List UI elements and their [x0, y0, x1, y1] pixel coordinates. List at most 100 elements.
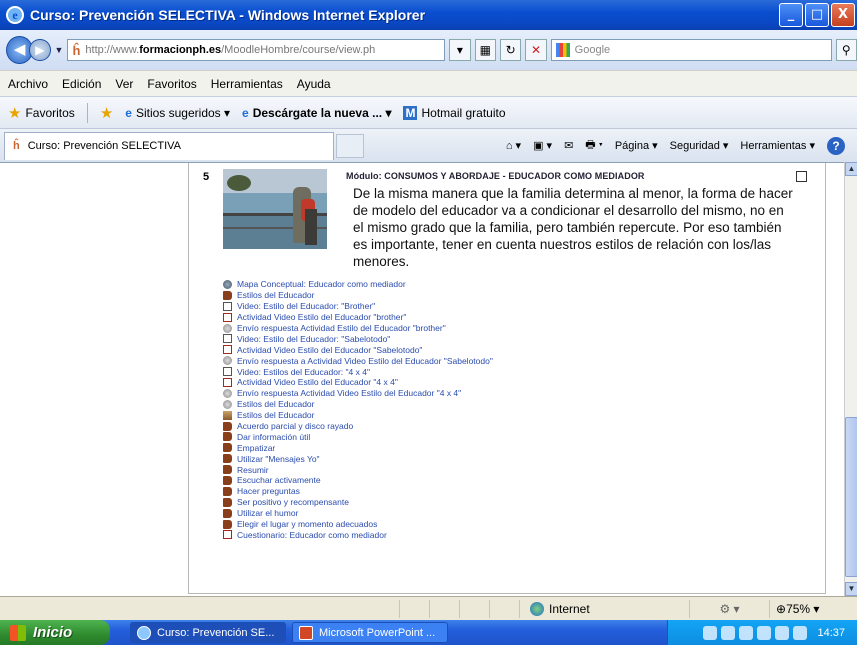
activity-item[interactable]: Dar información útil	[223, 431, 643, 442]
task-ie[interactable]: Curso: Prevención SE...	[130, 622, 286, 643]
zoom-control[interactable]: ⊕75% ▾	[770, 600, 840, 618]
tray-icon[interactable]	[721, 625, 736, 640]
highlight-checkbox[interactable]	[796, 171, 807, 182]
activity-item[interactable]: Envío respuesta a Actividad Video Estilo…	[223, 355, 643, 366]
fav-sitios-sugeridos[interactable]: e Sitios sugeridos ▾	[125, 106, 230, 120]
refresh-button[interactable]: ↻	[499, 39, 522, 61]
activity-item[interactable]: Envío respuesta Actividad Video Estilo d…	[223, 388, 643, 399]
menu-herramientas[interactable]: Herramientas	[211, 77, 283, 91]
start-button[interactable]: Inicio	[0, 620, 110, 645]
fav-descargate[interactable]: e Descárgate la nueva ... ▾	[242, 106, 391, 120]
activity-link[interactable]: Envío respuesta Actividad Video Estilo d…	[237, 388, 461, 398]
activity-item[interactable]: Elegir el lugar y momento adecuados	[223, 519, 643, 530]
upload-icon	[223, 388, 232, 398]
menu-ayuda[interactable]: Ayuda	[297, 77, 331, 91]
activity-link[interactable]: Empatizar	[237, 443, 275, 453]
activity-link[interactable]: Estilos del Educador	[237, 410, 315, 420]
add-favorite-icon[interactable]: ★	[100, 104, 113, 122]
tray-icon[interactable]	[757, 625, 772, 640]
address-dropdown-button[interactable]: ▾	[449, 39, 471, 61]
activity-item[interactable]: Empatizar	[223, 442, 643, 453]
new-tab-button[interactable]	[336, 133, 364, 158]
fav-sitios-label: Sitios sugeridos ▾	[135, 105, 231, 120]
activity-item[interactable]: Estilos del Educador	[223, 399, 643, 410]
activity-link[interactable]: Dar información útil	[237, 432, 310, 442]
activity-link[interactable]: Resumir	[237, 465, 269, 475]
tray-icon[interactable]	[739, 625, 754, 640]
activity-link[interactable]: Acuerdo parcial y disco rayado	[237, 421, 353, 431]
tray-icon[interactable]	[793, 625, 808, 640]
tray-icon[interactable]	[703, 625, 718, 640]
task-powerpoint[interactable]: Microsoft PowerPoint ...	[292, 622, 448, 643]
address-input[interactable]: ĥ http://www. formacionph.es/MoodleHombre…	[67, 39, 446, 61]
home-icon[interactable]: ⌂ ▾	[506, 139, 521, 152]
activity-link[interactable]: Actividad Video Estilo del Educador "bro…	[237, 312, 406, 322]
mail-icon[interactable]: ✉	[564, 139, 573, 152]
activity-item[interactable]: Estilos del Educador	[223, 290, 643, 301]
activity-item[interactable]: Envío respuesta Actividad Estilo del Edu…	[223, 323, 643, 334]
minimize-button[interactable]: _	[779, 3, 803, 27]
tray-icon[interactable]	[775, 625, 790, 640]
compatibility-icon[interactable]: ▦	[474, 39, 496, 61]
search-button[interactable]: ⚲	[835, 39, 857, 61]
activity-link[interactable]: Mapa Conceptual: Educador como mediador	[237, 279, 406, 289]
scroll-thumb[interactable]	[845, 417, 857, 577]
activity-item[interactable]: Resumir	[223, 464, 643, 475]
activity-link[interactable]: Hacer preguntas	[237, 486, 300, 496]
activity-item[interactable]: Actividad Video Estilo del Educador "bro…	[223, 312, 643, 323]
activity-link[interactable]: Elegir el lugar y momento adecuados	[237, 519, 377, 529]
favorites-button[interactable]: ★ Favoritos	[8, 104, 75, 122]
activity-link[interactable]: Envío respuesta Actividad Estilo del Edu…	[237, 323, 446, 333]
activity-item[interactable]: Video: Estilo del Educador: "Sabelotodo"	[223, 333, 643, 344]
vertical-scrollbar[interactable]: ▲ ▼	[844, 162, 857, 596]
menu-ver[interactable]: Ver	[115, 77, 133, 91]
scroll-up-button[interactable]: ▲	[845, 162, 857, 176]
activity-item[interactable]: Video: Estilo del Educador: "Brother"	[223, 301, 643, 312]
status-cell	[490, 599, 520, 618]
activity-item[interactable]: Utilizar "Mensajes Yo"	[223, 453, 643, 464]
page-menu[interactable]: Página ▾	[615, 139, 658, 152]
activity-link[interactable]: Cuestionario: Educador como mediador	[237, 530, 387, 540]
fav-hotmail[interactable]: M Hotmail gratuito	[403, 105, 506, 120]
activity-link[interactable]: Escuchar activamente	[237, 475, 321, 485]
menu-archivo[interactable]: Archivo	[8, 77, 48, 91]
protected-mode-icon[interactable]: ⚙ ▾	[690, 599, 770, 618]
security-menu[interactable]: Seguridad ▾	[670, 139, 729, 152]
activity-link[interactable]: Utilizar el humor	[237, 508, 298, 518]
activity-item[interactable]: Estilos del Educador	[223, 410, 643, 421]
activity-item[interactable]: Mapa Conceptual: Educador como mediador	[223, 279, 643, 290]
activity-item[interactable]: Cuestionario: Educador como mediador	[223, 529, 643, 540]
activity-link[interactable]: Actividad Video Estilo del Educador "4 x…	[237, 377, 398, 387]
search-input[interactable]: Google	[550, 39, 832, 61]
activity-item[interactable]: Escuchar activamente	[223, 475, 643, 486]
activity-link[interactable]: Estilos del Educador	[237, 399, 315, 409]
menu-edicion[interactable]: Edición	[62, 77, 101, 91]
tools-menu[interactable]: Herramientas ▾	[740, 139, 815, 152]
scroll-down-button[interactable]: ▼	[845, 582, 857, 596]
activity-item[interactable]: Ser positivo y recompensante	[223, 497, 643, 508]
stop-button[interactable]: ✕	[525, 39, 547, 61]
activity-link[interactable]: Ser positivo y recompensante	[237, 497, 349, 507]
activity-link[interactable]: Actividad Video Estilo del Educador "Sab…	[237, 345, 422, 355]
activity-item[interactable]: Hacer preguntas	[223, 486, 643, 497]
activity-item[interactable]: Actividad Video Estilo del Educador "Sab…	[223, 344, 643, 355]
print-icon[interactable]: 🖶 ▾	[585, 136, 603, 155]
activity-link[interactable]: Estilos del Educador	[237, 290, 315, 300]
feeds-icon[interactable]: ▣ ▾	[533, 139, 552, 152]
maximize-button[interactable]: □	[805, 3, 829, 27]
close-button[interactable]: X	[831, 3, 855, 27]
activity-item[interactable]: Utilizar el humor	[223, 508, 643, 519]
activity-link[interactable]: Envío respuesta a Actividad Video Estilo…	[237, 356, 493, 366]
forward-button[interactable]: ▶	[29, 39, 51, 61]
activity-link[interactable]: Video: Estilo del Educador: "Sabelotodo"	[237, 334, 390, 344]
history-dropdown-icon[interactable]: ▼	[55, 45, 64, 55]
activity-link[interactable]: Video: Estilos del Educador: "4 x 4"	[237, 367, 370, 377]
activity-item[interactable]: Actividad Video Estilo del Educador "4 x…	[223, 377, 643, 388]
menu-favoritos[interactable]: Favoritos	[147, 77, 196, 91]
activity-link[interactable]: Video: Estilo del Educador: "Brother"	[237, 301, 375, 311]
help-icon[interactable]: ?	[827, 136, 845, 155]
activity-item[interactable]: Video: Estilos del Educador: "4 x 4"	[223, 366, 643, 377]
activity-link[interactable]: Utilizar "Mensajes Yo"	[237, 454, 320, 464]
activity-item[interactable]: Acuerdo parcial y disco rayado	[223, 421, 643, 432]
tab-curso[interactable]: ĥ Curso: Prevención SELECTIVA	[4, 131, 334, 160]
